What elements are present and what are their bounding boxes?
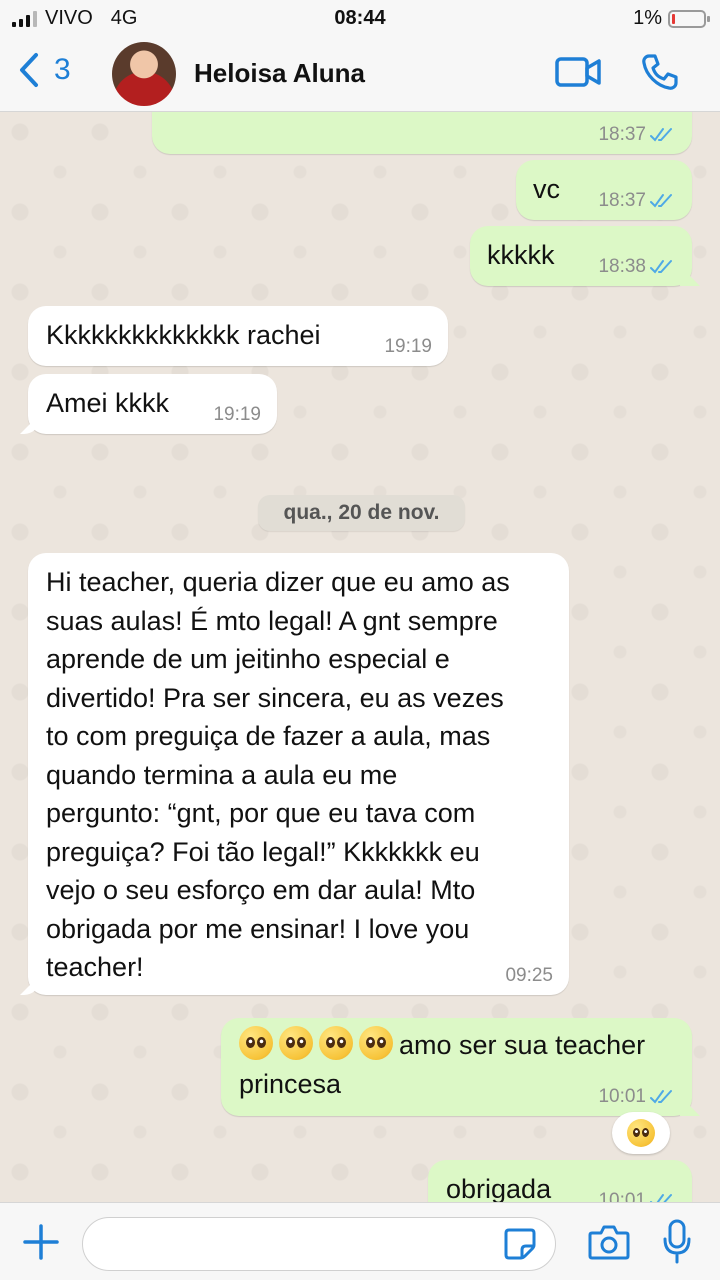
camera-icon[interactable]	[588, 1223, 630, 1261]
message-line: obrigada por me ensinar! I love you	[46, 913, 470, 944]
read-receipt-icon	[650, 1193, 672, 1202]
message-line: aprende de um jeitinho especial e	[46, 644, 450, 674]
message-meta: 19:19	[384, 337, 432, 356]
message-time: 19:19	[213, 404, 261, 425]
pleading-face-emoji	[627, 1119, 655, 1147]
pleading-face-emoji	[239, 1026, 273, 1060]
message-line: suas aulas! É mto legal! A gnt sempre	[46, 605, 498, 636]
pleading-face-emoji	[319, 1026, 353, 1060]
message-line-text: amo ser sua teacher	[399, 1030, 646, 1060]
message-meta: 10:01	[598, 1191, 676, 1202]
message-out[interactable]: 18:37	[152, 112, 692, 154]
message-text: amo ser sua teacher princesa	[239, 1026, 645, 1103]
message-line: vejo o seu esforço em dar aula! Mto	[46, 875, 476, 905]
chat-area[interactable]: 18:37 vc 18:37 kkkkk 18:38 Kkkkkkkkkkkkk…	[0, 112, 720, 1202]
message-text: Hi teacher, queria dizer que eu amo as s…	[46, 563, 510, 987]
back-chevron-icon	[20, 53, 38, 87]
back-button[interactable]: 3	[18, 52, 71, 88]
message-line: Hi teacher, queria dizer que eu amo as	[46, 567, 510, 597]
message-line: amo ser sua teacher	[239, 1026, 645, 1065]
message-line: quando termina a aula eu me	[46, 759, 398, 790]
message-out[interactable]: vc 18:37	[516, 160, 692, 220]
chat-header: 3 Heloisa Aluna	[0, 36, 720, 112]
message-time: 18:37	[598, 190, 646, 211]
message-line: princesa	[239, 1068, 342, 1099]
message-in[interactable]: Kkkkkkkkkkkkkk rachei 19:19	[28, 306, 448, 366]
microphone-icon[interactable]	[662, 1219, 692, 1265]
read-receipt-icon	[650, 1089, 672, 1104]
read-receipt-icon	[650, 259, 672, 274]
status-bar: VIVO 4G 08:44 1%	[0, 0, 720, 36]
message-meta: 10:01	[598, 1087, 676, 1106]
pleading-face-emoji	[359, 1026, 393, 1060]
message-time: 09:25	[505, 965, 553, 986]
message-time: 10:01	[598, 1086, 646, 1107]
message-meta: 09:25	[505, 966, 553, 985]
video-call-icon[interactable]	[555, 56, 601, 88]
message-line: pergunto: “gnt, por que eu tava com	[46, 798, 476, 828]
message-text: obrigada	[446, 1174, 552, 1202]
message-out[interactable]: kkkkk 18:38	[470, 226, 692, 286]
clock: 08:44	[334, 7, 386, 29]
contact-name[interactable]: Heloisa Aluna	[194, 58, 365, 89]
message-out[interactable]: amo ser sua teacher princesa 10:01	[221, 1018, 692, 1116]
composer-bar	[0, 1202, 720, 1280]
message-meta: 18:37	[598, 191, 676, 210]
message-time: 19:19	[384, 336, 432, 357]
message-line: teacher!	[46, 952, 144, 982]
message-text: kkkkk	[487, 240, 555, 270]
message-time: 18:38	[598, 256, 646, 277]
message-meta: 18:38	[598, 257, 676, 276]
read-receipt-icon	[650, 127, 672, 142]
message-out[interactable]: obrigada 10:01	[428, 1160, 692, 1202]
message-line: preguiça? Foi tão legal!” Kkkkkkk eu	[46, 836, 480, 867]
status-right: 1%	[633, 7, 710, 30]
pleading-face-emoji	[279, 1026, 313, 1060]
message-text: vc	[533, 174, 560, 204]
message-in[interactable]: Amei kkkk 19:19	[28, 374, 277, 434]
message-line: to com preguiça de fazer a aula, mas	[46, 721, 491, 751]
message-time: 10:01	[598, 1190, 646, 1202]
battery-icon	[668, 9, 710, 28]
message-meta: 18:37	[598, 125, 676, 144]
message-in[interactable]: Hi teacher, queria dizer que eu amo as s…	[28, 553, 569, 995]
message-time: 18:37	[598, 124, 646, 145]
top-bar: VIVO 4G 08:44 1% 3 Heloisa Aluna	[0, 0, 720, 112]
message-input[interactable]	[82, 1217, 556, 1271]
plus-icon[interactable]	[22, 1223, 60, 1261]
message-reaction[interactable]	[612, 1112, 670, 1154]
read-receipt-icon	[650, 193, 672, 208]
message-text: Amei kkkk	[46, 388, 170, 418]
phone-icon[interactable]	[640, 52, 680, 92]
sticker-icon[interactable]	[503, 1227, 537, 1261]
message-line: divertido! Pra ser sincera, eu as vezes	[46, 682, 504, 713]
message-text: Kkkkkkkkkkkkkk rachei	[46, 320, 321, 350]
avatar[interactable]	[112, 42, 176, 106]
battery-percent: 1%	[633, 7, 662, 29]
date-divider: qua., 20 de nov.	[258, 495, 465, 531]
unread-count: 3	[54, 53, 71, 86]
message-meta: 19:19	[213, 405, 261, 424]
